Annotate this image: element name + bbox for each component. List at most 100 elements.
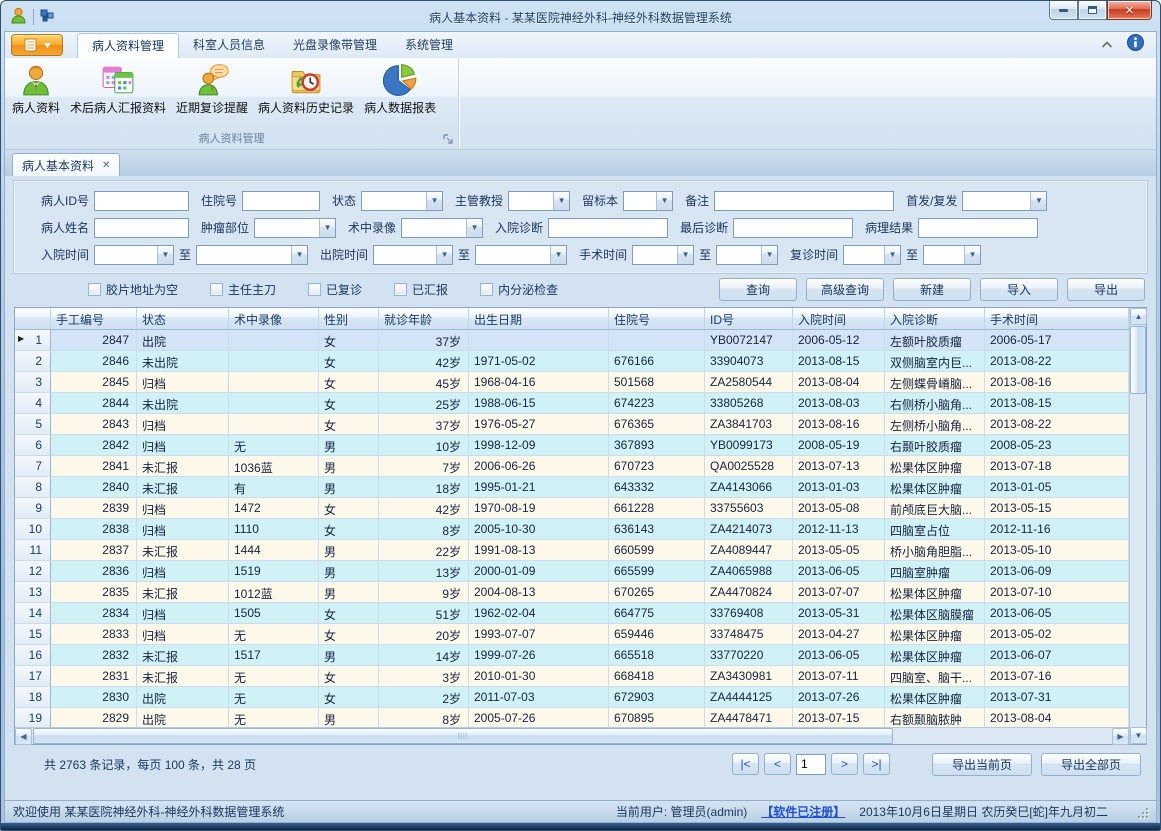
- table-row[interactable]: 82840未汇报有男18岁1995-01-21643332ZA414306620…: [15, 477, 1129, 498]
- filter-combo[interactable]: ▼: [475, 245, 567, 265]
- table-row[interactable]: 122836归档1519男13岁2000-01-09665599ZA406598…: [15, 561, 1129, 582]
- application-menu-button[interactable]: [11, 34, 63, 56]
- chevron-down-icon[interactable]: ▼: [436, 246, 452, 264]
- close-button[interactable]: ✕: [1107, 1, 1152, 20]
- ribbon-tab[interactable]: 病人资料管理: [77, 33, 179, 58]
- filter-combo[interactable]: ▼: [843, 245, 901, 265]
- export-all-pages-button[interactable]: 导出全部页: [1041, 753, 1141, 776]
- table-row[interactable]: 22846未出院女42岁1971-05-02676166339040732013…: [15, 351, 1129, 372]
- table-row[interactable]: 72841未汇报1036蓝男7岁2006-06-26670723QA002552…: [15, 456, 1129, 477]
- table-row[interactable]: 102838归档1110女8岁2005-10-30636143ZA4214073…: [15, 519, 1129, 540]
- ribbon-button[interactable]: 病人数据报表: [359, 61, 441, 118]
- table-row[interactable]: 92839归档1472女42岁1970-08-19661228337556032…: [15, 498, 1129, 519]
- table-row[interactable]: 132835未汇报1012蓝男9岁2004-08-13670265ZA44708…: [15, 582, 1129, 603]
- chevron-down-icon[interactable]: ▼: [291, 246, 307, 264]
- table-row[interactable]: 52843归档女37岁1976-05-27676365ZA38417032013…: [15, 414, 1129, 435]
- document-tab[interactable]: 病人基本资料 ✕: [12, 153, 120, 176]
- column-header[interactable]: 就诊年龄: [379, 308, 469, 329]
- chevron-down-icon[interactable]: ▼: [319, 219, 335, 237]
- vertical-scroll-thumb[interactable]: [1130, 326, 1146, 394]
- chevron-down-icon[interactable]: ▼: [550, 246, 566, 264]
- filter-input[interactable]: [733, 218, 853, 238]
- filter-combo[interactable]: ▼: [401, 218, 483, 238]
- filter-combo[interactable]: ▼: [361, 191, 443, 211]
- filter-checkbox[interactable]: 胶片地址为空: [88, 281, 178, 298]
- table-row[interactable]: 172831未汇报无女3岁2010-01-30668418ZA343098120…: [15, 666, 1129, 687]
- new-button[interactable]: 新建: [893, 278, 971, 301]
- checkbox-box[interactable]: [308, 283, 321, 296]
- column-header[interactable]: 性别: [319, 308, 379, 329]
- chevron-down-icon[interactable]: ▼: [964, 246, 980, 264]
- export-current-page-button[interactable]: 导出当前页: [932, 753, 1032, 776]
- filter-combo[interactable]: ▼: [254, 218, 336, 238]
- table-row[interactable]: 112837未汇报1444男22岁1991-08-13660599ZA40894…: [15, 540, 1129, 561]
- filter-input[interactable]: [918, 218, 1038, 238]
- column-header[interactable]: 术中录像: [229, 308, 319, 329]
- column-header[interactable]: 手术时间: [985, 308, 1129, 329]
- ribbon-button[interactable]: 近期复诊提醒: [171, 61, 253, 118]
- scroll-left-icon[interactable]: ◀: [15, 728, 32, 745]
- filter-combo[interactable]: ▼: [632, 245, 694, 265]
- column-header[interactable]: 入院时间: [793, 308, 885, 329]
- chevron-down-icon[interactable]: ▼: [157, 246, 173, 264]
- ribbon-tab[interactable]: 系统管理: [391, 33, 467, 58]
- help-icon[interactable]: [1127, 34, 1144, 54]
- filter-checkbox[interactable]: 主任主刀: [210, 281, 276, 298]
- last-page-button[interactable]: >|: [863, 753, 890, 775]
- column-header[interactable]: 入院诊断: [885, 308, 985, 329]
- ribbon-button[interactable]: 术后病人汇报资料: [65, 61, 171, 118]
- ribbon-button[interactable]: 病人资料: [7, 61, 65, 118]
- checkbox-box[interactable]: [480, 283, 493, 296]
- vertical-scroll-track[interactable]: [1130, 395, 1146, 727]
- ribbon-tab[interactable]: 科室人员信息: [179, 33, 279, 58]
- checkbox-box[interactable]: [394, 283, 407, 296]
- maximize-button[interactable]: [1078, 1, 1107, 20]
- scroll-down-icon[interactable]: ▼: [1130, 727, 1147, 744]
- chevron-down-icon[interactable]: ▼: [677, 246, 693, 264]
- filter-combo[interactable]: ▼: [196, 245, 308, 265]
- column-header[interactable]: 手工编号: [51, 308, 137, 329]
- collapse-ribbon-button[interactable]: [1101, 37, 1113, 51]
- filter-combo[interactable]: ▼: [962, 191, 1047, 211]
- column-header[interactable]: 出生日期: [469, 308, 609, 329]
- filter-combo[interactable]: ▼: [508, 191, 570, 211]
- column-header[interactable]: 状态: [137, 308, 229, 329]
- table-row[interactable]: 42844未出院女25岁1988-06-15674223338052682013…: [15, 393, 1129, 414]
- filter-checkbox[interactable]: 已复诊: [308, 281, 362, 298]
- filter-combo[interactable]: ▼: [923, 245, 981, 265]
- scroll-right-icon[interactable]: ▶: [1112, 728, 1129, 745]
- group-dialog-launcher[interactable]: [443, 134, 454, 145]
- filter-input[interactable]: [94, 218, 189, 238]
- chevron-down-icon[interactable]: ▼: [553, 192, 569, 210]
- next-page-button[interactable]: >: [831, 753, 858, 775]
- query-button[interactable]: 查询: [719, 278, 797, 301]
- table-row[interactable]: 162832未汇报1517男14岁1999-07-266655183377022…: [15, 645, 1129, 666]
- filter-combo[interactable]: ▼: [373, 245, 453, 265]
- table-row[interactable]: 32845归档女45岁1968-04-16501568ZA25805442013…: [15, 372, 1129, 393]
- table-row[interactable]: 182830出院无女2岁2011-07-03672903ZA4444125201…: [15, 687, 1129, 708]
- chevron-down-icon[interactable]: ▼: [1030, 192, 1046, 210]
- import-button[interactable]: 导入: [980, 278, 1058, 301]
- ribbon-tab[interactable]: 光盘录像带管理: [279, 33, 391, 58]
- filter-input[interactable]: [242, 191, 320, 211]
- advanced-query-button[interactable]: 高级查询: [806, 278, 884, 301]
- chevron-down-icon[interactable]: ▼: [466, 219, 482, 237]
- table-row[interactable]: 142834归档1505女51岁1962-02-0466477533769408…: [15, 603, 1129, 624]
- horizontal-scrollbar[interactable]: ◀ |||| ▶: [15, 727, 1129, 744]
- vertical-scrollbar[interactable]: ▲ ▼: [1129, 308, 1146, 744]
- horizontal-scroll-thumb[interactable]: ||||: [33, 728, 893, 744]
- prev-page-button[interactable]: <: [764, 753, 791, 775]
- column-header[interactable]: ID号: [705, 308, 793, 329]
- resize-grip[interactable]: [1136, 806, 1148, 818]
- registration-status-link[interactable]: 【软件已注册】: [761, 803, 845, 820]
- ribbon-button[interactable]: 病人资料历史记录: [253, 61, 359, 118]
- filter-checkbox[interactable]: 已汇报: [394, 281, 448, 298]
- scroll-up-icon[interactable]: ▲: [1130, 308, 1147, 325]
- chevron-down-icon[interactable]: ▼: [426, 192, 442, 210]
- checkbox-box[interactable]: [88, 283, 101, 296]
- table-row[interactable]: 62842归档无男10岁1998-12-09367893YB0099173200…: [15, 435, 1129, 456]
- filter-combo[interactable]: ▼: [94, 245, 174, 265]
- chevron-down-icon[interactable]: ▼: [884, 246, 900, 264]
- quick-access-icon[interactable]: [40, 8, 55, 26]
- table-row[interactable]: 192829出院无男8岁2005-07-26670895ZA4478471201…: [15, 708, 1129, 727]
